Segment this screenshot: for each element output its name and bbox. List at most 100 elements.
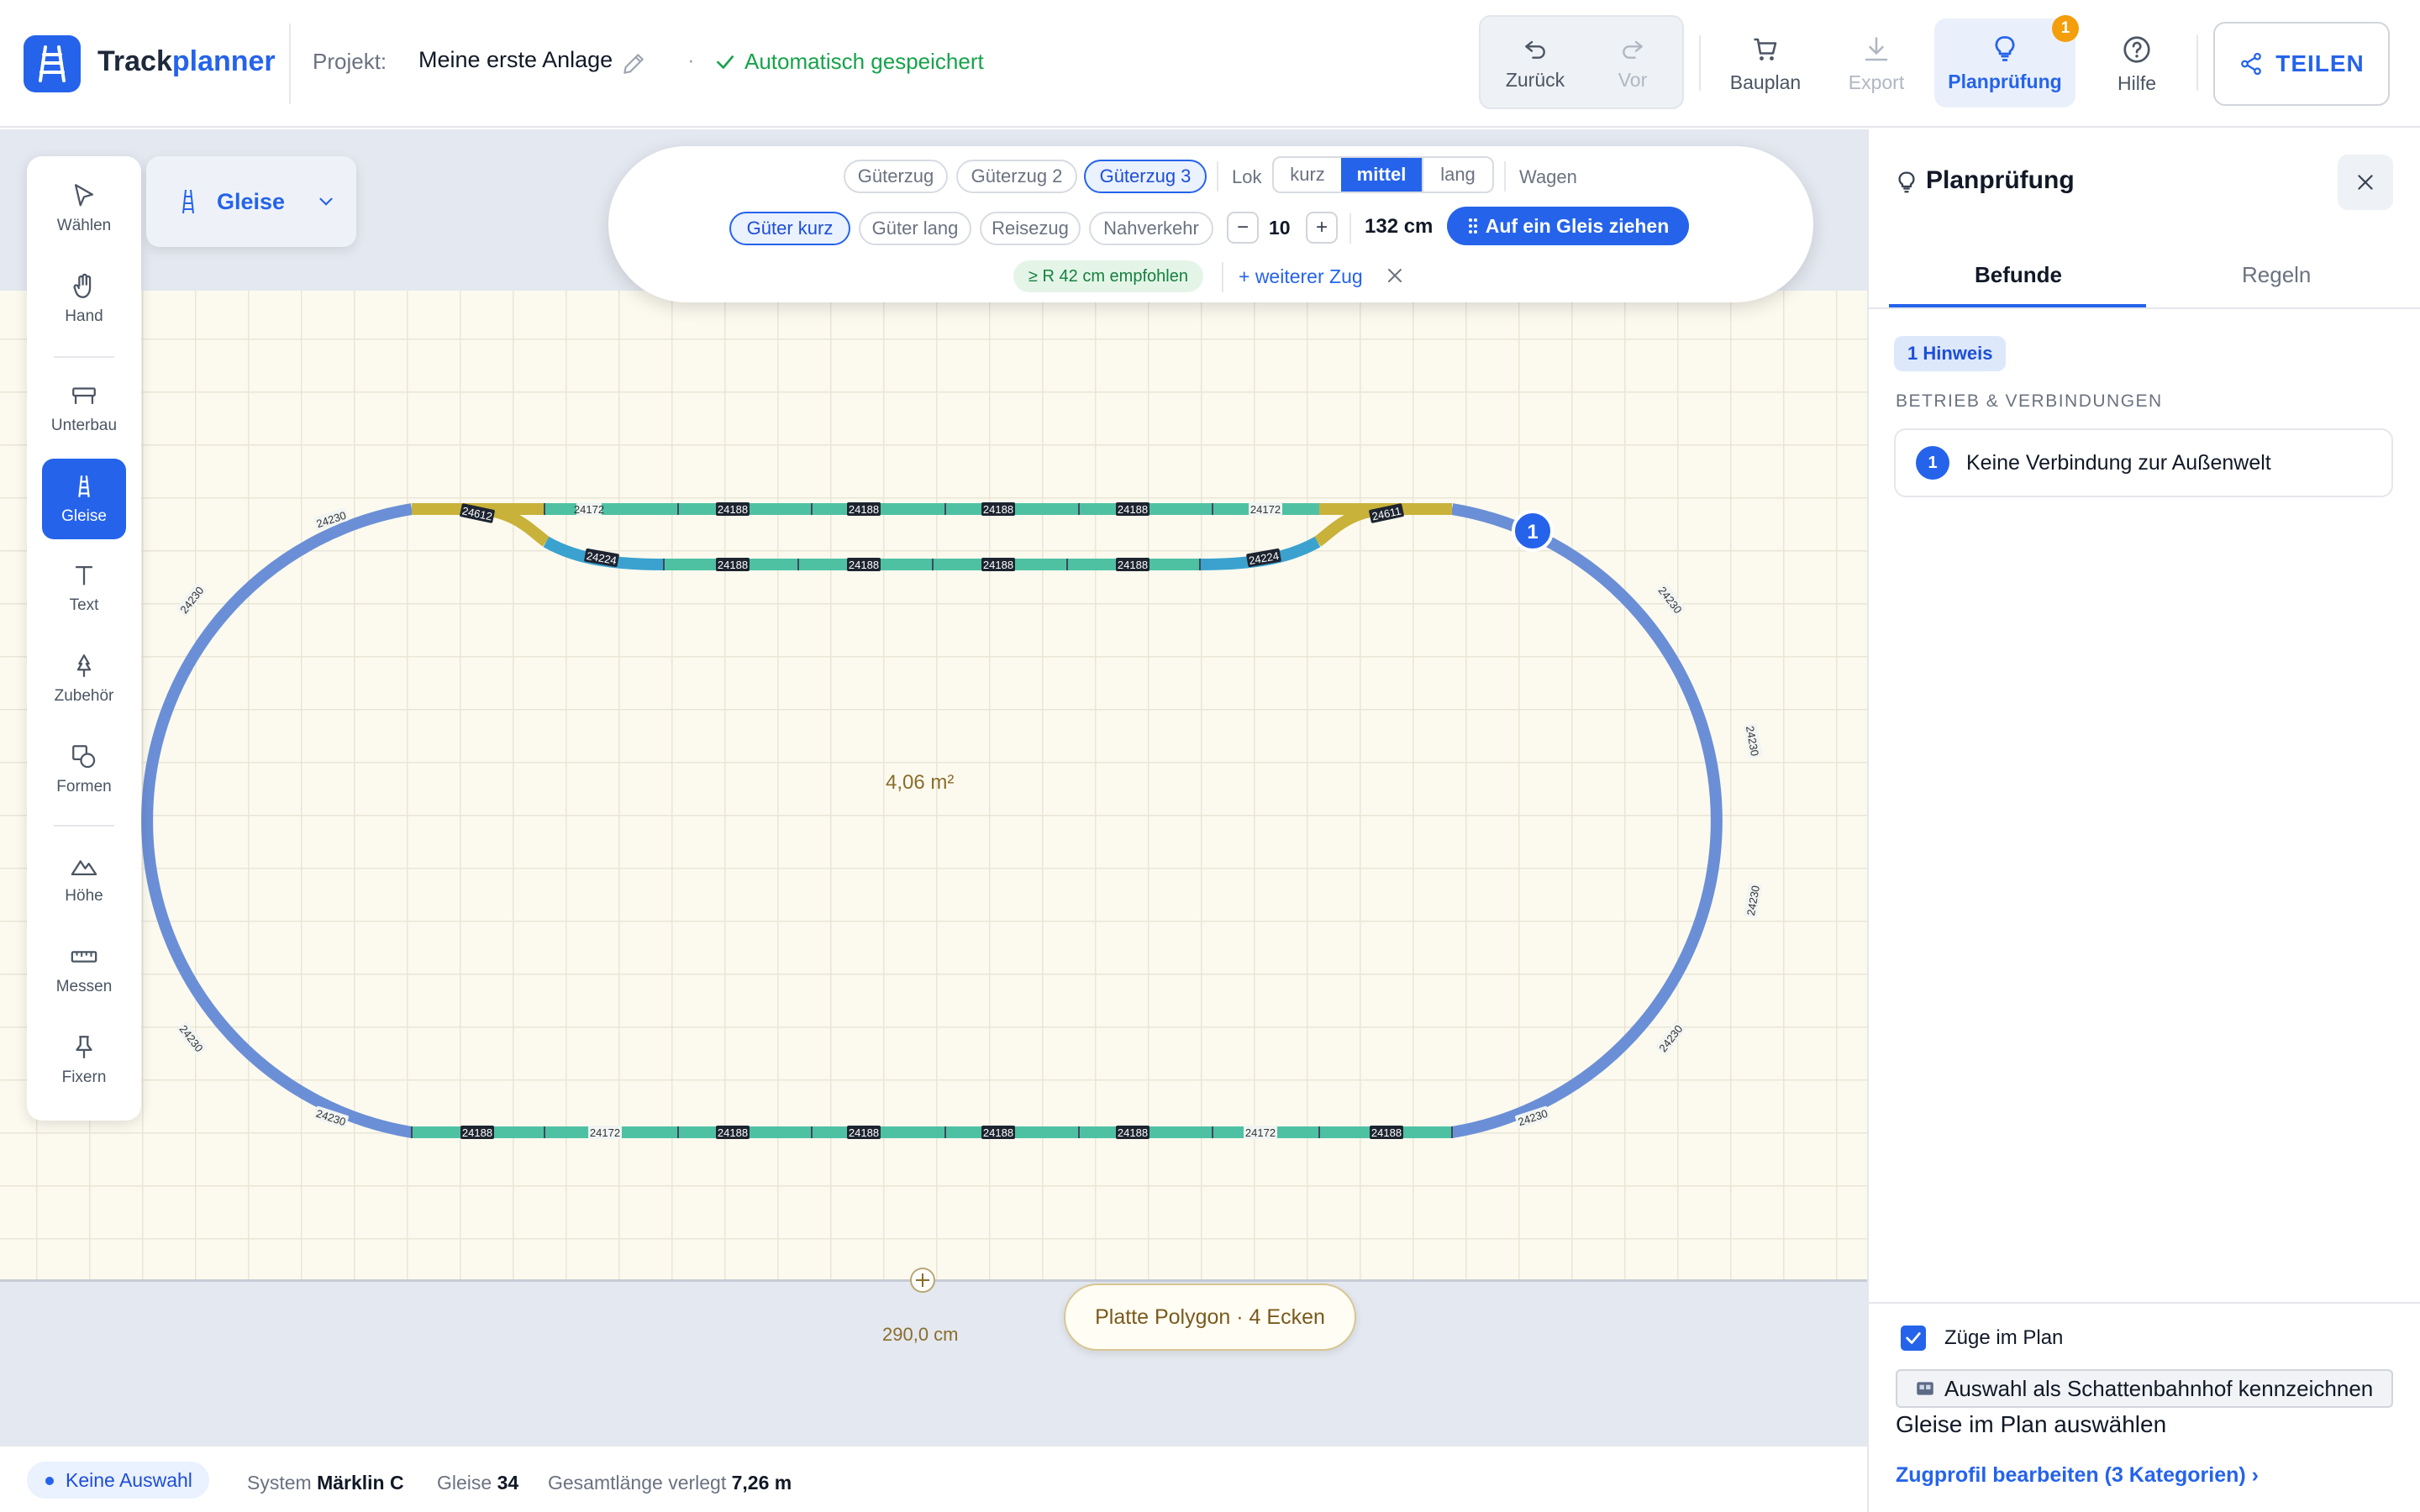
trains-toggle[interactable]: Züge im Plan (1901, 1326, 2063, 1351)
track-label: 24188 (847, 558, 881, 571)
wagon-increment-button[interactable]: + (1306, 212, 1338, 244)
track-icon (182, 189, 194, 214)
finding-item[interactable]: 1 Keine Verbindung zur Außenwelt (1894, 428, 2393, 497)
train-chip[interactable]: Güterzug (844, 160, 948, 193)
planpruefung-label: Planprüfung (1948, 70, 2062, 92)
category-dropdown[interactable]: Gleise (146, 156, 356, 247)
tool-formen[interactable]: Formen (42, 729, 126, 810)
tool-label: Text (69, 596, 99, 614)
bench-icon (72, 387, 96, 404)
lok-size-mittel[interactable]: mittel (1341, 158, 1422, 192)
svg-text:24224: 24224 (586, 549, 618, 567)
panel-close-button[interactable] (2338, 155, 2393, 210)
add-train-link[interactable]: + weiterer Zug (1239, 265, 1363, 288)
project-name[interactable]: Meine erste Anlage (418, 47, 613, 73)
bauplan-button[interactable]: Bauplan (1719, 22, 1812, 106)
wagon-decrement-button[interactable]: − (1227, 212, 1259, 244)
tool-text[interactable]: Text (42, 548, 126, 628)
svg-text:24172: 24172 (590, 1126, 620, 1139)
header-separator (2196, 35, 2198, 91)
hand-icon (73, 273, 92, 298)
profile-chip[interactable]: Güter lang (859, 212, 971, 245)
panel-footer-divider (1869, 1302, 2420, 1304)
toolbox-divider (54, 356, 114, 358)
profile-chip-selected[interactable]: Güter kurz (729, 212, 850, 245)
svg-text:24230: 24230 (1656, 1022, 1685, 1054)
tracks-value: 34 (497, 1472, 519, 1494)
lok-size-kurz[interactable]: kurz (1274, 158, 1341, 192)
selection-status: Keine Auswahl (27, 1462, 209, 1499)
drag-to-track-button[interactable]: Auf ein Gleis ziehen (1447, 207, 1689, 245)
area-label: 4,06 m² (886, 771, 955, 794)
pencil-icon[interactable] (620, 50, 647, 81)
svg-text:24230: 24230 (1656, 584, 1685, 616)
checkbox-checked[interactable] (1901, 1326, 1926, 1351)
redo-label: Vor (1618, 68, 1648, 91)
planpruefung-badge: 1 (2052, 15, 2079, 42)
width-label: 290,0 cm (882, 1324, 959, 1345)
plate-shape-chip[interactable]: Platte Polygon · 4 Ecken (1064, 1284, 1356, 1351)
tool-fixern[interactable]: Fixern (42, 1020, 126, 1100)
help-button[interactable]: Hilfe (2091, 22, 2183, 106)
edit-profile-link[interactable]: Zugprofil bearbeiten (3 Kategorien) › (1896, 1463, 2259, 1488)
tool-label: Hand (65, 307, 103, 325)
track-label: 24172 (1249, 502, 1282, 516)
section-heading: BETRIEB & VERBINDUNGEN (1896, 391, 2163, 411)
tab-befunde[interactable]: Befunde (1975, 262, 2062, 288)
track-label: 24172 (574, 502, 604, 516)
tabs-divider (1869, 307, 2420, 309)
track-label: 24188 (981, 558, 1015, 571)
export-button[interactable]: Export (1830, 22, 1923, 106)
length-value: 7,26 m (731, 1472, 792, 1494)
lok-size-lang[interactable]: lang (1422, 158, 1492, 192)
shadow-station-button[interactable]: Auswahl als Schattenbahnhof kennzeichnen (1896, 1369, 2393, 1408)
ruler-icon (71, 951, 97, 963)
tool-gleise[interactable]: Gleise (42, 459, 126, 539)
app-header: Trackplanner Projekt: Meine erste Anlage… (0, 0, 2420, 128)
autosave-status: Automatisch gespeichert (714, 49, 984, 75)
panel-title: Planprüfung (1926, 166, 2075, 194)
tool-zubehoer[interactable]: Zubehör (42, 638, 126, 719)
redo-button[interactable]: Vor (1586, 25, 1679, 101)
undo-label: Zurück (1505, 68, 1565, 91)
resize-handle-icon[interactable] (910, 1268, 935, 1293)
close-icon[interactable] (1385, 265, 1405, 290)
track-label: 24224 (1246, 548, 1281, 568)
undo-button[interactable]: Zurück (1489, 25, 1581, 101)
svg-text:24172: 24172 (1250, 503, 1281, 516)
train-chip[interactable]: Güterzug 2 (956, 160, 1077, 193)
hint-count-badge: 1 Hinweis (1894, 336, 2007, 371)
app-logo[interactable] (24, 35, 81, 92)
svg-text:24172: 24172 (1245, 1126, 1276, 1139)
active-tab-indicator (1889, 304, 2146, 307)
tool-select[interactable]: Wählen (42, 168, 126, 249)
app-title-accent: planner (171, 45, 276, 77)
track-label: 24188 (1116, 558, 1150, 571)
category-dropdown-label: Gleise (217, 188, 286, 214)
panel-separator (1504, 161, 1506, 192)
tool-hoehe[interactable]: Höhe (42, 838, 126, 919)
length-label: Gesamtlänge verlegt (548, 1472, 727, 1494)
tool-label: Höhe (65, 887, 103, 905)
share-icon (2241, 52, 2262, 76)
redo-icon (1623, 40, 1643, 59)
length-status: Gesamtlänge verlegt 7,26 m (548, 1472, 792, 1494)
finding-text: Keine Verbindung zur Außenwelt (1966, 450, 2271, 475)
tool-unterbau[interactable]: Unterbau (42, 368, 126, 449)
track-icon (78, 475, 90, 497)
station-icon (1917, 1382, 1933, 1395)
lok-size-segmented: kurz mittel lang (1272, 156, 1494, 193)
track-label: 24188 (1370, 1126, 1403, 1139)
close-icon (2358, 175, 2373, 190)
tool-hand[interactable]: Hand (42, 259, 126, 339)
train-chip-selected[interactable]: Güterzug 3 (1084, 160, 1207, 193)
tool-messen[interactable]: Messen (42, 929, 126, 1010)
share-button[interactable]: TEILEN (2213, 22, 2390, 106)
drag-button-label: Auf ein Gleis ziehen (1485, 214, 1670, 237)
svg-text:24188: 24188 (462, 1126, 492, 1139)
tab-regeln[interactable]: Regeln (2242, 262, 2311, 288)
profile-chip[interactable]: Reisezug (980, 212, 1081, 245)
issue-marker[interactable]: 1 (1512, 510, 1554, 552)
profile-chip[interactable]: Nahverkehr (1089, 212, 1213, 245)
app-title-main: Track (97, 45, 172, 77)
